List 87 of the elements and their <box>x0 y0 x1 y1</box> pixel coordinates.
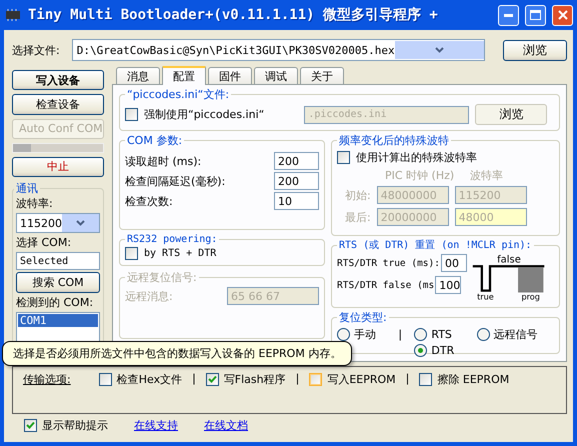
radio-button[interactable] <box>476 328 490 341</box>
detected-label: 检测到的 COM: <box>16 295 94 310</box>
radio-button[interactable] <box>337 328 350 341</box>
link[interactable]: 在线支持 <box>134 418 178 433</box>
field-label: 检查次数: <box>125 194 173 208</box>
field-label: 初始: <box>345 188 371 202</box>
field-label: 远程消息: <box>125 288 173 304</box>
tab[interactable]: 固件 <box>208 67 252 84</box>
field-label: RTS/DTR false (ms <box>337 280 434 290</box>
link[interactable]: 在线文档 <box>204 418 248 433</box>
separator-text: | <box>192 372 196 385</box>
number-field[interactable]: 100 <box>435 276 462 294</box>
checkbox[interactable] <box>125 247 138 260</box>
radio-button[interactable] <box>414 344 428 357</box>
checkbox-label: by RTS + DTR <box>144 248 216 259</box>
prog-block <box>518 267 544 292</box>
group-title: “piccodes.ini“文件: <box>126 87 230 102</box>
checkbox-label: 写Flash程序 <box>224 372 286 387</box>
number-field[interactable]: 00 <box>440 254 467 272</box>
tab[interactable]: 配置 <box>162 66 206 85</box>
number-field[interactable]: 200 <box>274 152 319 170</box>
checkbox[interactable] <box>125 108 138 121</box>
group-title: 频率变化后的特殊波特 <box>338 133 450 148</box>
checkbox-label: 擦除 EEPROM <box>437 372 510 387</box>
com-label: 选择 COM: <box>16 235 72 250</box>
signal-line <box>472 265 544 292</box>
radio-label: 远程信号 <box>494 327 538 342</box>
checkbox-label: 写入EEPROM <box>327 372 396 387</box>
transfer-label: 传输选项: <box>23 372 71 387</box>
radio-label: 手动 <box>354 327 376 342</box>
field-label: 读取超时 (ms): <box>125 154 202 168</box>
column-header: 波特率 <box>470 168 504 183</box>
minimize-icon <box>504 14 513 16</box>
checkbox[interactable] <box>419 373 432 386</box>
separator-text: | <box>406 372 410 385</box>
group-title: RTS (或 DTR) 重置 (on !MCLR pin): <box>338 238 533 252</box>
radio-label: RTS <box>431 328 452 341</box>
file-label: 选择文件: <box>12 42 60 58</box>
checkbox[interactable] <box>309 373 322 386</box>
stop-button[interactable]: 中止 <box>12 156 104 178</box>
diagram-label: true <box>477 292 494 302</box>
field-label: 最后: <box>345 210 371 224</box>
chip-icon <box>4 9 22 21</box>
checkbox-label: 使用计算出的特殊波特率 <box>356 150 477 165</box>
checkbox-label: 强制使用“piccodes.ini“ <box>144 107 264 122</box>
checkbox[interactable] <box>337 151 350 164</box>
tab[interactable]: 消息 <box>116 67 160 84</box>
baud-label: 波特率: <box>16 196 54 212</box>
checkbox[interactable] <box>98 373 112 386</box>
column-header: PIC 时钟 (Hz) <box>385 168 454 183</box>
browse-button[interactable]: 浏览 <box>475 104 548 125</box>
window-title: Tiny Multi Bootloader+(v0.11.1.11) 微型多引导程序 + <box>28 6 439 24</box>
diagram-label: false <box>497 254 521 266</box>
device-button[interactable]: 写入设备 <box>12 70 104 90</box>
com-list-item[interactable]: COM1 <box>18 314 98 328</box>
checkbox-label: 检查Hex文件 <box>116 372 182 387</box>
diagram-label: prog <box>521 292 540 302</box>
tab[interactable]: 关于 <box>300 67 344 84</box>
baud-dropdown[interactable]: 115200 <box>16 213 100 234</box>
field-label: RTS/DTR true (ms): <box>337 258 440 268</box>
number-field[interactable]: 200 <box>274 172 319 190</box>
close-icon <box>558 10 568 20</box>
number-field[interactable]: 10 <box>274 192 319 210</box>
browse-button[interactable]: 浏览 <box>503 40 567 60</box>
maximize-button[interactable] <box>525 4 546 26</box>
checkbox-label: 显示帮助提示 <box>42 418 108 433</box>
separator-text: | <box>296 372 300 385</box>
checkbox[interactable] <box>24 419 37 432</box>
tab[interactable]: 调试 <box>254 67 298 84</box>
search-com-button[interactable]: 搜索 COM <box>16 272 100 294</box>
maximize-icon <box>530 10 541 20</box>
device-button[interactable]: 检查设备 <box>12 94 104 115</box>
group-title: RS232 powering: <box>126 234 218 245</box>
com-field[interactable]: Selected <box>16 252 100 270</box>
radio-button[interactable] <box>414 328 428 341</box>
group-title: 通讯 <box>15 181 39 196</box>
tooltip: 选择是否必须用所选文件中包含的数据写入设备的 EEPROM 内存。 <box>2 341 352 366</box>
radio-label: DTR <box>431 344 454 357</box>
file-combo[interactable]: D:\GreatCowBasic@Syn\PicKit3GUI\PK30SV020005.hex <box>72 39 485 61</box>
checkbox[interactable] <box>206 373 219 386</box>
minimize-button[interactable] <box>498 4 519 26</box>
close-button[interactable] <box>552 4 573 26</box>
group-title: COM 参数: <box>126 133 184 148</box>
field-label: 检查间隔延迟(毫秒): <box>125 174 226 188</box>
group-title: 远程复位信号: <box>126 270 198 285</box>
separator-text: | <box>398 328 404 341</box>
group-title: 复位类型: <box>338 310 388 325</box>
